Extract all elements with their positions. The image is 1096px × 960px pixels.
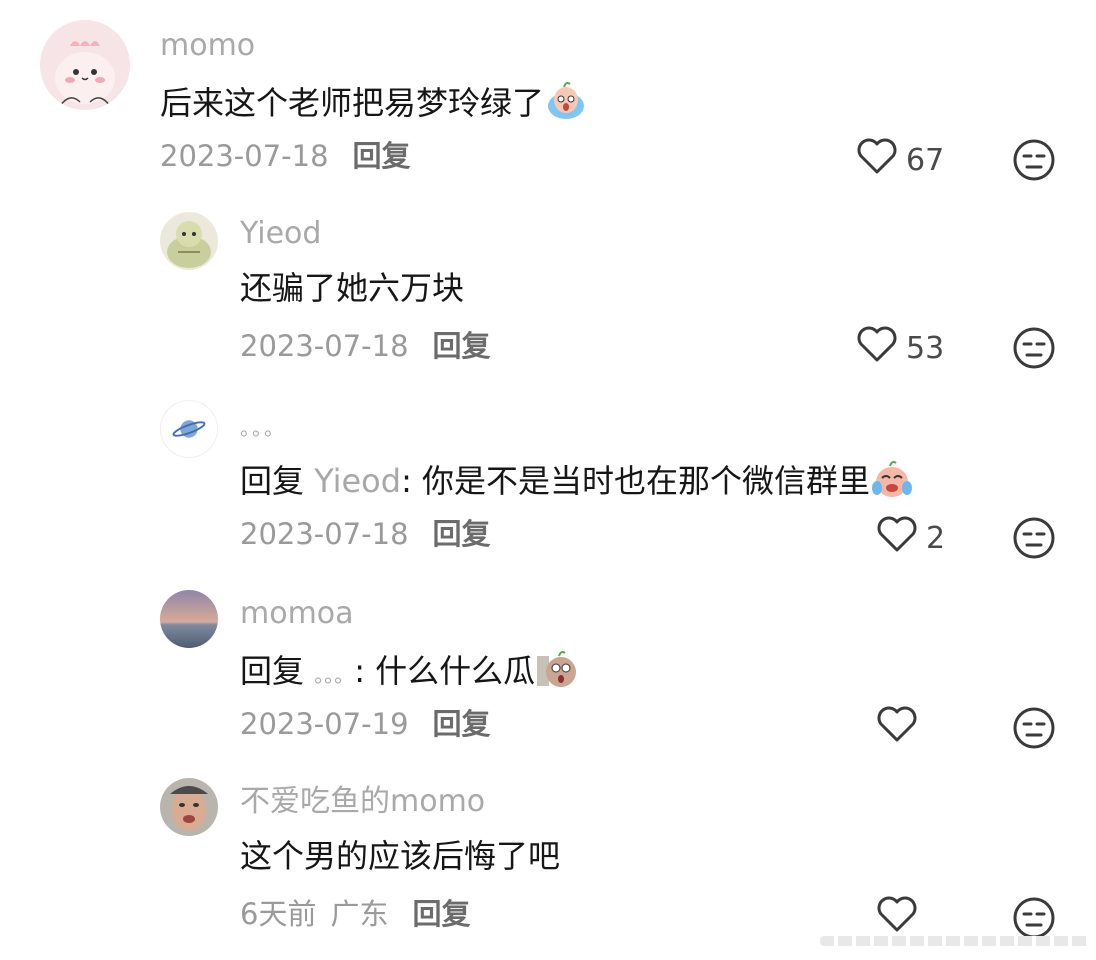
shocked-emoji-icon [535, 648, 579, 688]
avatar[interactable] [160, 590, 218, 648]
dislike-button[interactable] [1012, 516, 1056, 560]
comment-meta: 2023-07-18 回复 [240, 516, 491, 552]
reply-button[interactable]: 回复 [353, 139, 411, 173]
heart-outline-icon [876, 705, 918, 751]
comment-meta: 2023-07-18 回复 [240, 328, 491, 364]
avatar[interactable] [160, 212, 218, 270]
comment-date: 2023-07-18 [160, 139, 329, 173]
neutral-face-icon [1012, 138, 1056, 182]
watermark-bar [820, 936, 1090, 946]
comment-date: 6天前 [240, 897, 317, 931]
dislike-button[interactable] [1012, 326, 1056, 370]
reply-prefix: 回复 [240, 462, 315, 500]
like-count: 2 [926, 520, 946, 556]
mention-link[interactable]: Yieod [314, 462, 401, 500]
heart-outline-icon [876, 515, 918, 561]
reply-button[interactable]: 回复 [433, 707, 491, 741]
comment-location: 广东 [330, 897, 389, 931]
username[interactable]: momo [160, 28, 255, 64]
comment-text: 后来这个老师把易梦玲绿了 [160, 80, 588, 123]
like-count: 53 [906, 330, 945, 366]
neutral-face-icon [1012, 326, 1056, 370]
avatar[interactable] [40, 20, 130, 110]
neutral-face-icon [1012, 896, 1056, 940]
avatar[interactable] [160, 778, 218, 836]
comment-text-body: : 什么什么瓜 [354, 652, 536, 690]
username[interactable]: 不爱吃鱼的momo [240, 784, 485, 820]
comment-text: 回复 Yieod: 你是不是当时也在那个微信群里 [240, 458, 914, 501]
heart-outline-icon [856, 137, 898, 183]
mention-link[interactable]: 。。。 [314, 663, 354, 687]
comment-meta: 2023-07-18 回复 [160, 138, 411, 174]
neutral-face-icon [1012, 706, 1056, 750]
reply-prefix: 回复 [240, 652, 315, 690]
dislike-button[interactable] [1012, 138, 1056, 182]
comment-date: 2023-07-18 [240, 517, 409, 551]
comment-text: 回复 。。。: 什么什么瓜 [240, 648, 579, 695]
comment-text: 还骗了她六万块 [240, 269, 465, 307]
like-button[interactable] [876, 705, 926, 751]
reply-button[interactable]: 回复 [433, 517, 491, 551]
comment-date: 2023-07-19 [240, 707, 409, 741]
comment-text: 这个男的应该后悔了吧 [240, 837, 561, 875]
neutral-face-icon [1012, 516, 1056, 560]
crying-emoji-icon [544, 80, 588, 120]
heart-outline-icon [856, 325, 898, 371]
comment-date: 2023-07-18 [240, 329, 409, 363]
laughing-crying-emoji-icon [870, 458, 914, 498]
comment-text-body: 后来这个老师把易梦玲绿了 [160, 84, 545, 122]
like-button[interactable]: 53 [856, 325, 945, 371]
heart-outline-icon [876, 895, 918, 941]
reply-button[interactable]: 回复 [433, 329, 491, 363]
comment-text-body: : 你是不是当时也在那个微信群里 [401, 462, 871, 500]
reply-button[interactable]: 回复 [412, 897, 470, 931]
comment-meta: 6天前 广东 回复 [240, 896, 470, 932]
username[interactable]: 。。。 [240, 410, 286, 446]
like-button[interactable]: 67 [856, 137, 945, 183]
dislike-button[interactable] [1012, 896, 1056, 940]
comment-meta: 2023-07-19 回复 [240, 706, 491, 742]
like-button[interactable] [876, 895, 926, 941]
username[interactable]: momoa [240, 596, 354, 632]
username[interactable]: Yieod [240, 216, 321, 252]
avatar[interactable] [160, 400, 218, 458]
like-count: 67 [906, 142, 945, 178]
dislike-button[interactable] [1012, 706, 1056, 750]
like-button[interactable]: 2 [876, 515, 946, 561]
